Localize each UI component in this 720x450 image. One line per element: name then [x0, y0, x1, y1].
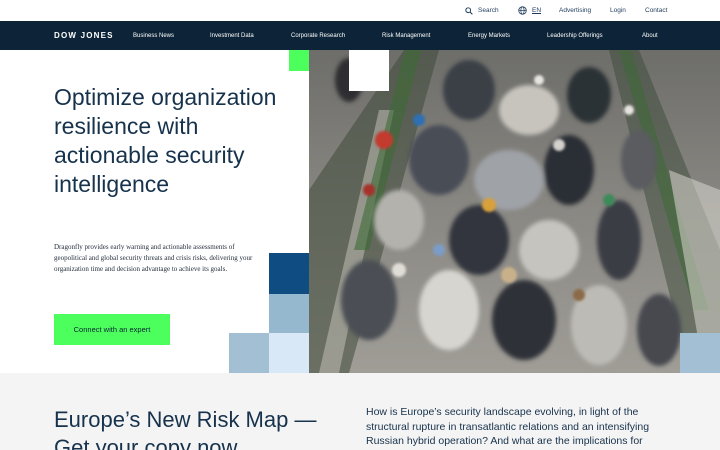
- connect-expert-button[interactable]: Connect with an expert: [54, 314, 170, 345]
- language-label: EN: [532, 7, 542, 14]
- nav-item-about[interactable]: About: [642, 21, 658, 50]
- contact-link[interactable]: Contact: [645, 0, 667, 21]
- nav-item-risk-management[interactable]: Risk Management: [382, 21, 430, 50]
- nav-item-leadership-offerings[interactable]: Leadership Offerings: [547, 21, 603, 50]
- nav-item-corporate-research[interactable]: Corporate Research: [291, 21, 345, 50]
- white-tile: [349, 50, 389, 91]
- language-selector[interactable]: EN: [518, 0, 541, 21]
- crowd-photo-image: [309, 50, 720, 373]
- corner-blue-tile: [680, 333, 720, 373]
- globe-icon: [518, 6, 527, 15]
- hero-title: Optimize organization resilience with ac…: [54, 84, 277, 197]
- hero-section: Optimize organization resilience with ac…: [0, 50, 720, 373]
- promo-section: Europe’s New Risk Map — Get your copy no…: [0, 373, 720, 450]
- green-accent-tile: [289, 50, 309, 71]
- dark-blue-tile: [269, 253, 309, 294]
- promo-title: Europe’s New Risk Map — Get your copy no…: [54, 407, 317, 450]
- main-nav: DOW JONES Business News Investment Data …: [0, 21, 720, 50]
- hero-description: Dragonfly provides early warning and act…: [54, 243, 253, 273]
- search-link[interactable]: Search: [465, 0, 499, 21]
- pale-blue-tile: [269, 333, 309, 373]
- crowd-photo: [309, 50, 720, 373]
- mid-blue-tile: [269, 294, 309, 333]
- nav-item-investment-data[interactable]: Investment Data: [210, 21, 254, 50]
- light-blue-tile: [229, 333, 269, 373]
- search-label: Search: [478, 7, 499, 14]
- advertising-link[interactable]: Advertising: [559, 0, 591, 21]
- dow-jones-logo[interactable]: DOW JONES: [54, 21, 114, 50]
- search-icon: [465, 6, 473, 15]
- login-link[interactable]: Login: [610, 0, 626, 21]
- nav-item-business-news[interactable]: Business News: [133, 21, 174, 50]
- nav-item-energy-markets[interactable]: Energy Markets: [468, 21, 510, 50]
- promo-text: How is Europe’s security landscape evolv…: [366, 406, 650, 447]
- utility-bar: Search EN Advertising Login Contact: [0, 0, 720, 21]
